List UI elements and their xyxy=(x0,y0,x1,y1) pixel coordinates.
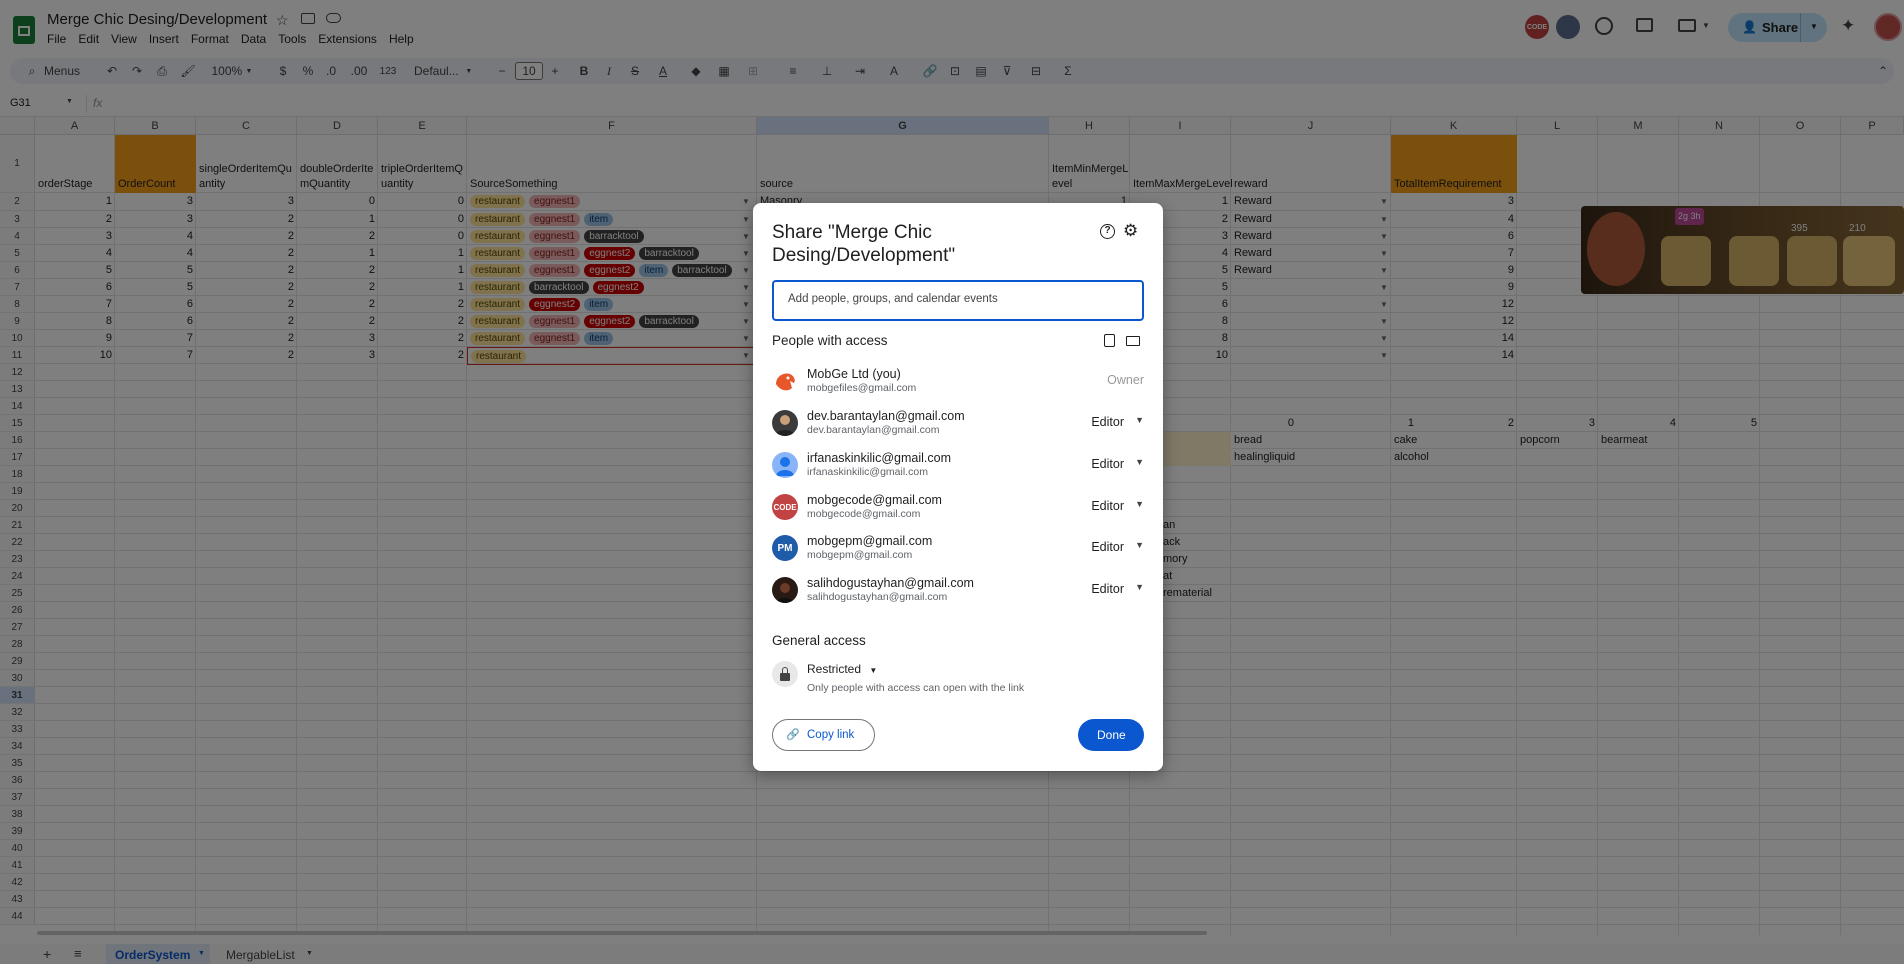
person-name: salihdogustayhan@gmail.com xyxy=(807,576,974,590)
role-dropdown-icon[interactable]: ▼ xyxy=(1135,499,1144,509)
role-dropdown-icon[interactable]: ▼ xyxy=(1135,582,1144,592)
person-email: dev.barantaylan@gmail.com xyxy=(807,424,940,436)
person-email: salihdogustayhan@gmail.com xyxy=(807,591,948,603)
person-name: irfanaskinkilic@gmail.com xyxy=(807,451,951,465)
person-email: mobgecode@gmail.com xyxy=(807,508,921,520)
person-email: mobgepm@gmail.com xyxy=(807,549,913,561)
person-name: dev.barantaylan@gmail.com xyxy=(807,409,965,423)
person-name: mobgecode@gmail.com xyxy=(807,493,942,507)
dialog-title: Share "Merge Chic Desing/Development" xyxy=(772,222,956,266)
people-with-access-heading: People with access xyxy=(772,333,888,348)
person-avatar xyxy=(772,410,798,436)
person-row: salihdogustayhan@gmail.com salihdogustay… xyxy=(772,573,1144,609)
general-access-value: Restricted xyxy=(807,662,862,676)
person-avatar xyxy=(772,368,798,394)
add-people-input[interactable]: Add people, groups, and calendar events xyxy=(772,280,1144,321)
person-avatar xyxy=(772,577,798,603)
email-editors-icon[interactable] xyxy=(1126,336,1140,346)
link-icon: 🔗 xyxy=(786,729,800,741)
role-dropdown-icon[interactable]: ▼ xyxy=(1135,540,1144,550)
person-avatar xyxy=(772,452,798,478)
share-dialog: Share "Merge Chic Desing/Development" ? … xyxy=(753,203,1163,771)
general-access-heading: General access xyxy=(772,633,866,648)
role-select[interactable]: Editor xyxy=(1091,540,1124,554)
done-label: Done xyxy=(1097,728,1126,742)
role-select[interactable]: Editor xyxy=(1091,582,1124,596)
general-access-dropdown-icon: ▼ xyxy=(869,666,878,675)
role-select[interactable]: Editor xyxy=(1091,415,1124,429)
sheets-window: { "app":{"doc_title":"Merge Chic Desing/… xyxy=(0,0,1904,964)
general-access-description: Only people with access can open with th… xyxy=(807,682,1025,694)
role-select[interactable]: Editor xyxy=(1091,499,1124,513)
help-icon[interactable]: ? xyxy=(1100,224,1115,239)
person-row: irfanaskinkilic@gmail.com irfanaskinkili… xyxy=(772,448,1144,484)
person-avatar: PM xyxy=(772,535,798,561)
add-people-placeholder: Add people, groups, and calendar events xyxy=(788,293,998,305)
person-role: Owner xyxy=(1107,373,1144,387)
person-row: CODE mobgecode@gmail.com mobgecode@gmail… xyxy=(772,490,1144,526)
person-avatar: CODE xyxy=(772,494,798,520)
done-button[interactable]: Done xyxy=(1078,719,1144,751)
role-dropdown-icon[interactable]: ▼ xyxy=(1135,457,1144,467)
person-email: irfanaskinkilic@gmail.com xyxy=(807,466,928,478)
person-row: PM mobgepm@gmail.com mobgepm@gmail.com E… xyxy=(772,531,1144,567)
lock-icon xyxy=(772,661,798,687)
settings-gear-icon[interactable]: ⚙ xyxy=(1123,221,1138,241)
role-select[interactable]: Editor xyxy=(1091,457,1124,471)
role-dropdown-icon[interactable]: ▼ xyxy=(1135,415,1144,425)
person-name: MobGe Ltd (you) xyxy=(807,367,901,381)
general-access-select[interactable]: Restricted ▼ xyxy=(807,662,877,676)
copy-link-label: Copy link xyxy=(807,729,855,741)
copy-emails-icon[interactable] xyxy=(1104,334,1115,347)
person-row: dev.barantaylan@gmail.com dev.barantayla… xyxy=(772,406,1144,442)
copy-link-button[interactable]: 🔗 Copy link xyxy=(772,719,875,751)
person-name: mobgepm@gmail.com xyxy=(807,534,933,548)
person-row-owner: MobGe Ltd (you) mobgefiles@gmail.com Own… xyxy=(772,364,1144,400)
person-email: mobgefiles@gmail.com xyxy=(807,382,917,394)
